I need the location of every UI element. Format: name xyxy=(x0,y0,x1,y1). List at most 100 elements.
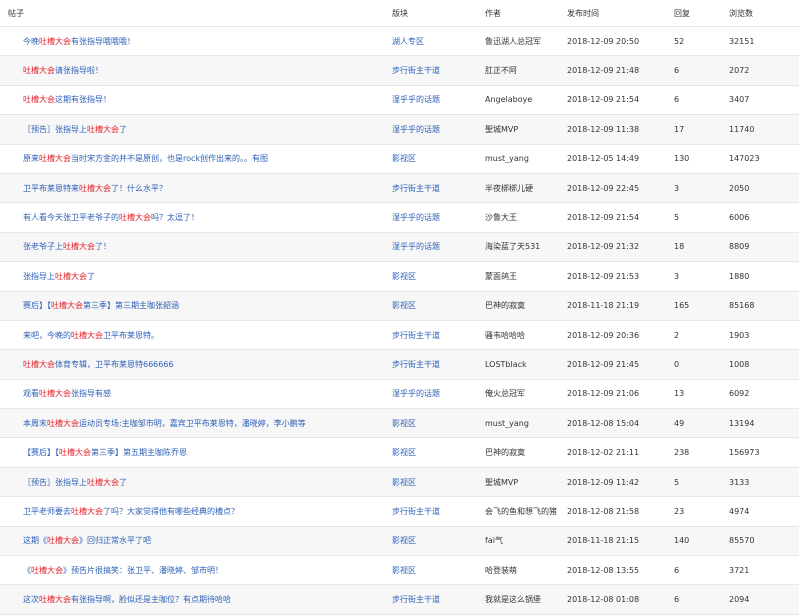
thread-title-link[interactable]: 张老爷子上吐槽大会了！ xyxy=(0,241,392,252)
board-link[interactable]: 湖人专区 xyxy=(392,36,485,47)
author-name: 会飞的鱼和想飞的猪 xyxy=(485,506,557,516)
author-name: must_yang xyxy=(485,154,529,164)
board-link[interactable]: 影视区 xyxy=(392,477,485,488)
thread-title-link[interactable]: 吐槽大会请张指导啦！ xyxy=(0,65,392,76)
post-time: 2018-12-09 22:45 xyxy=(567,183,640,193)
title-keyword-highlight: 吐槽大会 xyxy=(51,301,83,311)
view-count: 1903 xyxy=(729,330,750,340)
post-time: 2018-12-09 21:06 xyxy=(567,389,640,399)
title-prefix: 【赛后】【 xyxy=(23,448,59,458)
header-board[interactable]: 版块 xyxy=(392,8,485,19)
board-link[interactable]: 湿乎乎的话题 xyxy=(392,241,485,252)
board-link[interactable]: 湿乎乎的话题 xyxy=(392,212,485,223)
table-row: 这期《吐槽大会》回归正常水平了吧 影视区 fai气 2018-11-18 21:15 1… xyxy=(0,526,799,557)
reply-count: 165 xyxy=(674,301,690,311)
post-time: 2018-11-18 21:19 xyxy=(567,301,640,311)
reply-count: 2 xyxy=(674,330,680,340)
table-row: 观看吐槽大会张指导有感 湿乎乎的话题 俺火总冠军 2018-12-09 21:06 13… xyxy=(0,380,799,410)
board-link[interactable]: 影视区 xyxy=(392,153,485,164)
board-link[interactable]: 步行街主干道 xyxy=(392,594,485,605)
table-row: 张老爷子上吐槽大会了！ 湿乎乎的话题 海染蓝了天531 2018-12-09 21:3… xyxy=(0,232,799,263)
reply-count: 6 xyxy=(674,595,680,605)
post-time: 2018-12-08 13:55 xyxy=(567,565,640,575)
board-link[interactable]: 影视区 xyxy=(392,418,485,429)
post-time: 2018-12-09 21:48 xyxy=(567,66,640,76)
post-time: 2018-12-09 11:38 xyxy=(567,124,640,134)
view-count: 2094 xyxy=(729,595,750,605)
thread-title-link[interactable]: ［预告］张指导上吐槽大会了 xyxy=(0,477,392,488)
title-suffix: 卫平布莱恩特。 xyxy=(103,330,159,340)
author-name: 哈登装萌 xyxy=(485,565,517,575)
thread-title-link[interactable]: 【赛后】【吐槽大会第三季】第五期主咖陈乔恩 xyxy=(0,447,392,458)
title-keyword-highlight: 吐槽大会 xyxy=(39,36,71,46)
board-link[interactable]: 影视区 xyxy=(392,565,485,576)
header-views[interactable]: 浏览数 xyxy=(729,8,799,19)
board-link[interactable]: 步行街主干道 xyxy=(392,65,485,76)
reply-count: 6 xyxy=(674,95,680,105)
title-keyword-highlight: 吐槽大会 xyxy=(79,183,111,193)
thread-title-link[interactable]: 这期《吐槽大会》回归正常水平了吧 xyxy=(0,535,392,546)
thread-title-link[interactable]: 本周末吐槽大会运动员专场:主咖邹市明，嘉宾卫平布莱恩特，潘晓婷，李小鹏等 xyxy=(0,418,392,429)
board-link[interactable]: 影视区 xyxy=(392,271,485,282)
author-name: LOSTblack xyxy=(485,359,527,369)
thread-title-link[interactable]: 《吐槽大会》预告片很搞笑：张卫平、潘晓婷、邹市明！ xyxy=(0,565,392,576)
title-prefix: 卫平老师要去 xyxy=(23,506,71,516)
title-prefix: 有人看今天张卫平老爷子的 xyxy=(23,213,119,223)
author-name: 半夜梆梆儿硬 xyxy=(485,183,533,193)
board-link[interactable]: 影视区 xyxy=(392,300,485,311)
header-replies[interactable]: 回复 xyxy=(674,8,729,19)
thread-title-link[interactable]: 原来吐槽大会当时宋方金的并不是原创，也是rock创作出来的。。有图 xyxy=(0,153,392,164)
table-row: 张指导上吐槽大会了 影视区 蒙面鸽王 2018-12-09 21:53 3 1880 xyxy=(0,262,799,292)
post-time: 2018-12-08 15:04 xyxy=(567,418,640,428)
board-link[interactable]: 步行街主干道 xyxy=(392,330,485,341)
thread-title-link[interactable]: ［预告］张指导上吐槽大会了 xyxy=(0,124,392,135)
board-link[interactable]: 步行街主干道 xyxy=(392,183,485,194)
table-row: ［预告］张指导上吐槽大会了 影视区 聖城MVP 2018-12-09 11:42 5 31… xyxy=(0,467,799,498)
table-row: 这次吐槽大会有张指导啊，脸似还是主咖位？有点期待哈哈 步行街主干道 我就是这么锅堡 2… xyxy=(0,585,799,615)
title-prefix: 原来 xyxy=(23,154,39,164)
title-suffix: 张指导有感 xyxy=(71,389,111,399)
table-row: 卫平老师要去吐槽大会了吗？大家觉得他有哪些经典的槽点？ 步行街主干道 会飞的鱼和想飞… xyxy=(0,497,799,527)
board-link[interactable]: 步行街主干道 xyxy=(392,506,485,517)
title-keyword-highlight: 吐槽大会 xyxy=(39,595,71,605)
table-row: 卫平布莱恩特来吐槽大会了！什么水平？ 步行街主干道 半夜梆梆儿硬 2018-12-09… xyxy=(0,173,799,204)
thread-title-link[interactable]: 卫平布莱恩特来吐槽大会了！什么水平？ xyxy=(0,183,392,194)
thread-title-link[interactable]: 今晚吐槽大会有张指导哦哦哦！ xyxy=(0,36,392,47)
table-row: 本周末吐槽大会运动员专场:主咖邹市明，嘉宾卫平布莱恩特，潘晓婷，李小鹏等 影视区 m… xyxy=(0,409,799,439)
title-keyword-highlight: 吐槽大会 xyxy=(87,124,119,134)
board-link[interactable]: 湿乎乎的话题 xyxy=(392,124,485,135)
table-row: 《吐槽大会》预告片很搞笑：张卫平、潘晓婷、邹市明！ 影视区 哈登装萌 2018-12-… xyxy=(0,556,799,586)
board-link[interactable]: 湿乎乎的话题 xyxy=(392,388,485,399)
view-count: 6006 xyxy=(729,213,750,223)
title-suffix: 了吗？大家觉得他有哪些经典的槽点？ xyxy=(103,506,239,516)
board-link[interactable]: 湿乎乎的话题 xyxy=(392,94,485,105)
title-keyword-highlight: 吐槽大会 xyxy=(39,389,71,399)
board-link[interactable]: 影视区 xyxy=(392,447,485,458)
thread-title-link[interactable]: 来吧，今晚的吐槽大会卫平布莱恩特。 xyxy=(0,330,392,341)
header-author[interactable]: 作者 xyxy=(485,8,567,19)
thread-title-link[interactable]: 赛后】【吐槽大会第三季】第三期主咖张韶涵 xyxy=(0,300,392,311)
thread-title-link[interactable]: 观看吐槽大会张指导有感 xyxy=(0,388,392,399)
title-suffix: 体育专辑，卫平布莱恩特666666 xyxy=(55,359,174,369)
author-name: 巴神的寂寞 xyxy=(485,301,525,311)
title-prefix: 本周末 xyxy=(23,418,47,428)
reply-count: 13 xyxy=(674,389,685,399)
thread-title-link[interactable]: 吐槽大会体育专辑，卫平布莱恩特666666 xyxy=(0,359,392,370)
header-time[interactable]: 发布时间 xyxy=(567,8,674,19)
thread-title-link[interactable]: 吐槽大会这期有张指导！ xyxy=(0,94,392,105)
board-link[interactable]: 步行街主干道 xyxy=(392,359,485,370)
author-name: 聖城MVP xyxy=(485,477,519,487)
reply-count: 3 xyxy=(674,183,680,193)
thread-title-link[interactable]: 这次吐槽大会有张指导啊，脸似还是主咖位？有点期待哈哈 xyxy=(0,594,392,605)
view-count: 2050 xyxy=(729,183,750,193)
header-title[interactable]: 帖子 xyxy=(0,8,392,19)
author-name: 蒙面鸽王 xyxy=(485,271,517,281)
title-suffix: 有张指导哦哦哦！ xyxy=(71,36,135,46)
board-link[interactable]: 影视区 xyxy=(392,535,485,546)
thread-title-link[interactable]: 卫平老师要去吐槽大会了吗？大家觉得他有哪些经典的槽点？ xyxy=(0,506,392,517)
thread-title-link[interactable]: 有人看今天张卫平老爷子的吐槽大会吗？太逗了！ xyxy=(0,212,392,223)
thread-title-link[interactable]: 张指导上吐槽大会了 xyxy=(0,271,392,282)
post-time: 2018-12-09 21:54 xyxy=(567,95,640,105)
title-prefix: ［预告］张指导上 xyxy=(23,477,87,487)
reply-count: 18 xyxy=(674,242,685,252)
